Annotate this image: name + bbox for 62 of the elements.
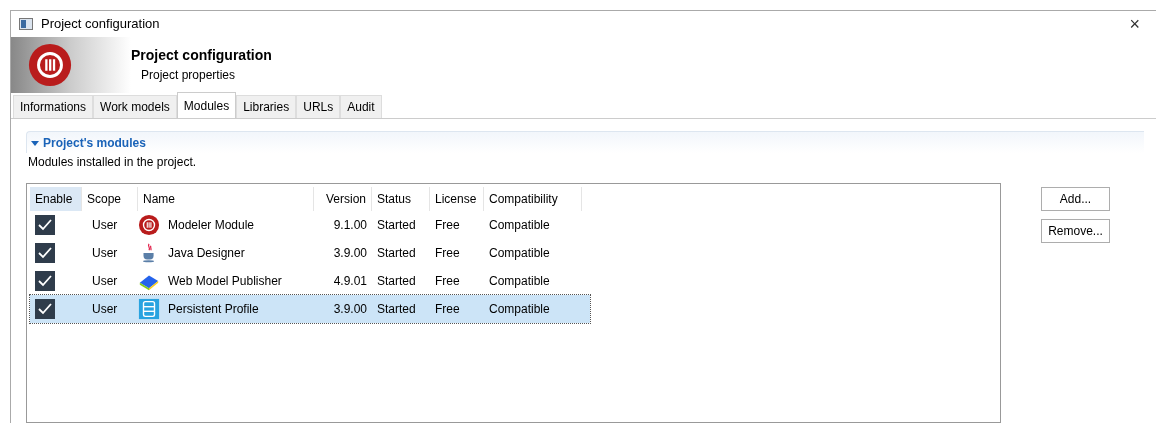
table-row[interactable]: User Web Model Publisher 4.9.01 Started Free Compatible <box>30 267 590 295</box>
checkbox[interactable] <box>35 271 55 291</box>
tab[interactable]: Libraries <box>236 95 297 118</box>
table-row[interactable]: User Persistent Profile 3.9.00 Started Free Compatible <box>30 295 590 323</box>
tab[interactable]: Informations <box>13 95 94 118</box>
table-row[interactable]: User Modeler Module 9.1.00 Started Free Compatible <box>30 211 590 239</box>
table-cell-text: Started <box>376 217 417 234</box>
table-cell-text: User <box>91 273 119 290</box>
table-cell-text: Started <box>376 301 417 318</box>
table-cell-text: Free <box>434 273 461 290</box>
table-cell-text: Free <box>434 301 461 318</box>
table-cell-text: Compatible <box>488 245 551 262</box>
tab[interactable]: Audit <box>340 95 382 118</box>
column-header[interactable]: Enable <box>30 187 82 211</box>
header-subtitle: Project properties <box>140 67 237 85</box>
table-cell-text: 3.9.00 <box>332 245 368 262</box>
table-cell-text: 9.1.00 <box>332 217 368 234</box>
expand-triangle-icon <box>31 138 39 147</box>
table-cell-text: User <box>91 245 119 262</box>
checkbox[interactable] <box>35 215 55 235</box>
table-cell-text: Java Designer <box>168 245 245 262</box>
window-title: Project configuration <box>41 15 160 34</box>
stacked-rows-icon <box>138 298 160 320</box>
column-header[interactable]: License <box>430 187 484 211</box>
close-button[interactable]: × <box>1121 15 1148 34</box>
check-icon <box>37 217 53 233</box>
column-header[interactable]: Scope <box>82 187 138 211</box>
disc-logo-icon <box>138 214 160 236</box>
table-cell-text: Compatible <box>488 273 551 290</box>
table-cell-text: Modeler Module <box>168 217 255 234</box>
table-cell-text: Compatible <box>488 301 551 318</box>
table-row[interactable]: User Java Designer 3.9.00 Started Free Compatible <box>30 239 590 267</box>
column-header[interactable]: Version <box>314 187 372 211</box>
table-cell-text: Compatible <box>488 217 551 234</box>
table-cell-text: 4.9.01 <box>332 273 368 290</box>
table-cell-text: Free <box>434 245 461 262</box>
check-icon <box>37 301 53 317</box>
table-cell-text: User <box>91 301 119 318</box>
tab[interactable]: Modules <box>176 92 237 118</box>
table-cell-text: Started <box>376 245 417 262</box>
table-cell-text: Web Model Publisher <box>168 273 282 290</box>
table-cell-text: Free <box>434 217 461 234</box>
disc-logo-icon <box>27 42 73 89</box>
checkbox[interactable] <box>35 243 55 263</box>
check-icon <box>37 273 53 289</box>
check-icon <box>37 245 53 261</box>
table-cell-text: User <box>91 217 119 234</box>
column-header[interactable]: Status <box>372 187 430 211</box>
window-icon <box>19 18 33 31</box>
column-header[interactable]: Compatibility <box>484 187 582 211</box>
column-header[interactable]: Name <box>138 187 314 211</box>
section-description: Modules installed in the project. <box>27 154 198 171</box>
action-button[interactable]: Remove... <box>1041 219 1110 243</box>
action-button[interactable]: Add... <box>1041 187 1110 211</box>
section-header[interactable]: Project's modules <box>26 131 1144 153</box>
table-cell-text: Persistent Profile <box>168 301 259 318</box>
table-cell-text: Started <box>376 273 417 290</box>
tab[interactable]: URLs <box>296 95 341 118</box>
checkbox[interactable] <box>35 299 55 319</box>
tab[interactable]: Work models <box>93 95 177 118</box>
header-title: Project configuration <box>131 46 272 66</box>
table-cell-text: 3.9.00 <box>332 301 368 318</box>
